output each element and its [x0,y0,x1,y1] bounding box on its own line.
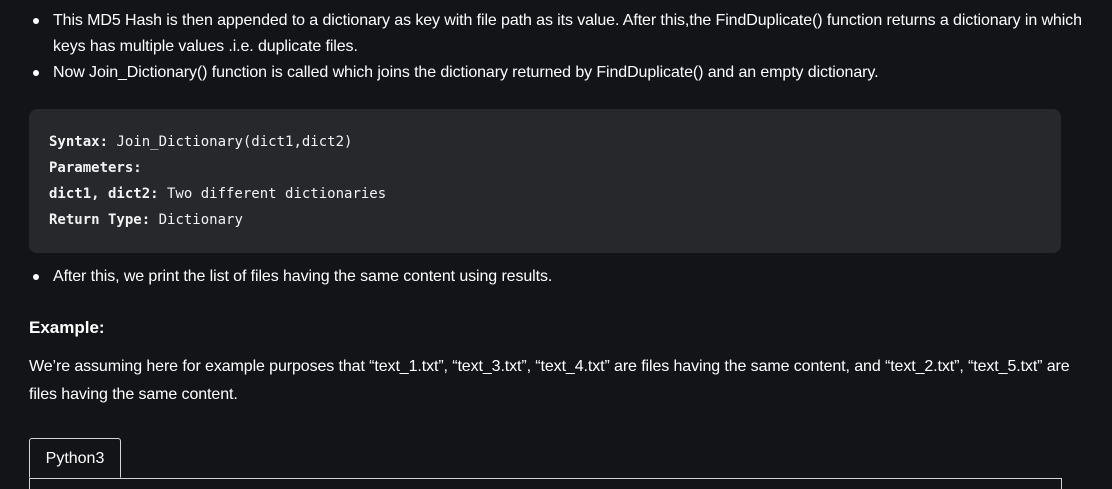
code-panel [29,478,1062,489]
syntax-line: Syntax: Join_Dictionary(dict1,dict2) [49,133,352,151]
dicts-line: dict1, dict2: Two different dictionaries [49,185,386,203]
return-type-line: Return Type: Dictionary [49,211,243,229]
dicts-value: Two different dictionaries [158,186,387,202]
bullet-print-results: After this, we print the list of files h… [0,264,1112,290]
syntax-code-box: Syntax: Join_Dictionary(dict1,dict2) Par… [29,109,1061,253]
bullet-md5-hash: This MD5 Hash is then appended to a dict… [0,8,1112,60]
bullet-join-dictionary: Now Join_Dictionary() function is called… [0,60,1112,86]
return-type-value: Dictionary [150,212,243,228]
tab-python3[interactable]: Python3 [29,438,121,478]
example-paragraph: We’re assuming here for example purposes… [29,358,1070,403]
return-type-label: Return Type: [49,212,151,228]
syntax-value: Join_Dictionary(dict1,dict2) [108,134,353,150]
parameters-label: Parameters: [49,160,142,176]
example-heading: Example: [29,318,105,337]
syntax-label: Syntax: [49,134,109,150]
dicts-label: dict1, dict2: [49,186,159,202]
parameters-line: Parameters: [49,159,142,177]
